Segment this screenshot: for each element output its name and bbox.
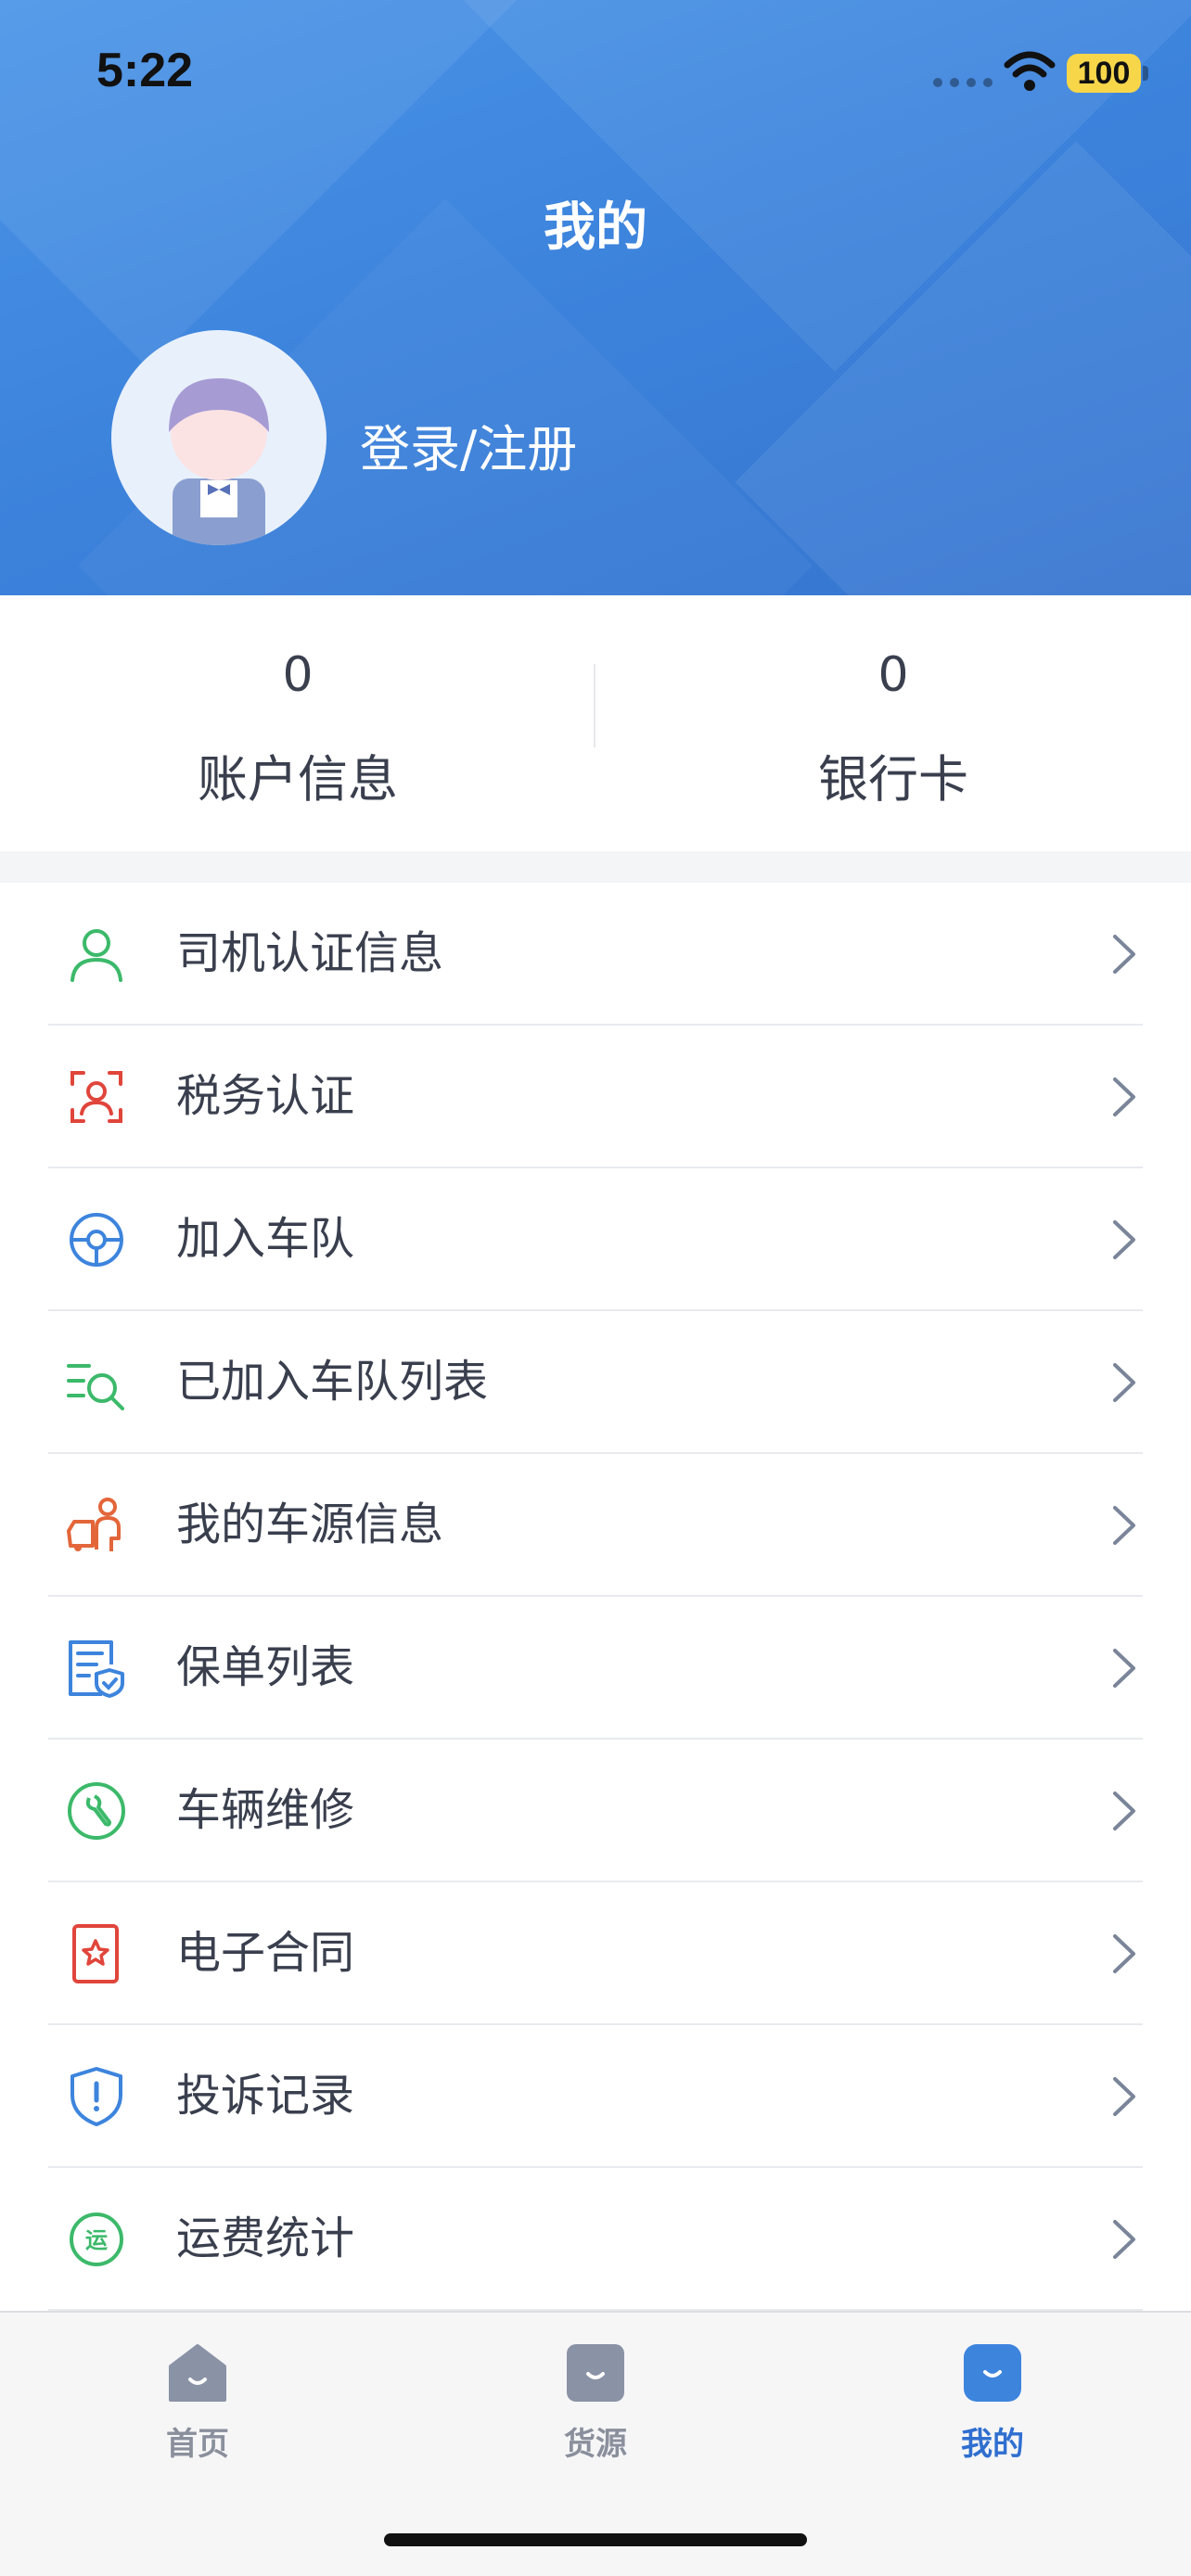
menu-item-driver-auth[interactable]: 司机认证信息 [0,883,1191,1026]
profile-header: 5:22 100 我的 登录/注册 [0,0,1191,595]
chevron-right-icon [1113,1506,1135,1545]
home-icon [169,2344,226,2402]
driver-auth-icon [70,929,122,982]
menu-item-e-contract[interactable]: 电子合同 [0,1882,1191,2025]
menu-item-label: 保单列表 [176,1641,355,1693]
battery-indicator: 100 [1067,54,1141,93]
avatar[interactable] [111,330,327,545]
menu-list: 司机认证信息 税务认证 加入车队 已加入车队列表 我的车源信息 保单列表 车辆维… [0,883,1191,2311]
bank-card-label: 银行卡 [818,750,968,809]
bank-card-count: 0 [877,647,909,703]
chevron-right-icon [1113,1078,1135,1116]
menu-item-vehicle-repair[interactable]: 车辆维修 [0,1740,1191,1882]
tab-label: 我的 [961,2426,1024,2463]
chevron-right-icon [1113,2077,1135,2116]
menu-item-joined-fleets[interactable]: 已加入车队列表 [0,1311,1191,1454]
menu-item-complaint-records[interactable]: 投诉记录 [0,2025,1191,2168]
account-info-label: 账户信息 [198,750,398,809]
contract-icon [72,1924,119,1983]
menu-item-tax-auth[interactable]: 税务认证 [0,1026,1191,1168]
menu-item-label: 加入车队 [176,1213,355,1265]
menu-item-label: 司机认证信息 [176,927,444,979]
menu-item-freight-stats[interactable]: 运 运费统计 [0,2168,1191,2311]
bottom-tab-bar: 首页 货源 我的 [0,2311,1191,2576]
chevron-right-icon [1113,1363,1135,1402]
tab-profile[interactable]: 我的 [900,2340,1085,2470]
section-gap [0,851,1191,883]
menu-item-policy-list[interactable]: 保单列表 [0,1597,1191,1740]
shield-alert-icon [70,2067,122,2126]
chevron-right-icon [1113,1220,1135,1259]
chevron-right-icon [1113,2220,1135,2259]
menu-item-label: 投诉记录 [176,2070,355,2122]
menu-item-label: 运费统计 [176,2213,355,2264]
menu-item-label: 电子合同 [176,1927,355,1979]
page-title: 我的 [544,198,647,258]
policy-list-icon [69,1640,124,1698]
home-indicator[interactable] [384,2533,807,2546]
bank-card-stat[interactable]: 0 银行卡 [596,595,1191,851]
profile-icon [964,2344,1021,2402]
vehicle-source-icon [67,1498,121,1551]
list-search-icon [67,1364,124,1410]
cellular-signal-icon [933,78,992,87]
freight-badge-text: 运 [85,2227,108,2253]
freight-stats-icon: 运 [70,2213,123,2266]
tax-auth-icon [70,1071,122,1123]
menu-item-join-fleet[interactable]: 加入车队 [0,1168,1191,1311]
wifi-icon [1004,51,1056,91]
login-register-link[interactable]: 登录/注册 [360,408,577,481]
account-info-count: 0 [282,647,314,703]
status-time: 5:22 [96,44,194,97]
steering-wheel-icon [70,1213,123,1267]
menu-item-label: 车辆维修 [176,1784,355,1836]
menu-item-vehicle-source[interactable]: 我的车源信息 [0,1454,1191,1597]
chevron-right-icon [1113,1792,1135,1830]
menu-item-label: 税务认证 [176,1070,355,1122]
tab-home[interactable]: 首页 [105,2340,290,2470]
cargo-icon [567,2344,624,2402]
chevron-right-icon [1113,1649,1135,1688]
stats-panel: 0 账户信息 0 银行卡 [0,595,1191,851]
account-info-stat[interactable]: 0 账户信息 [0,595,596,851]
menu-item-label: 我的车源信息 [176,1498,444,1550]
avatar-illustration-icon [169,378,269,545]
tab-label: 首页 [166,2426,229,2463]
battery-cap [1143,66,1148,81]
tab-label: 货源 [564,2426,627,2463]
chevron-right-icon [1113,1934,1135,1973]
tab-cargo[interactable]: 货源 [503,2340,688,2470]
status-bar: 5:22 100 [0,0,1191,148]
wrench-icon [68,1782,125,1840]
chevron-right-icon [1113,935,1135,974]
menu-item-label: 已加入车队列表 [176,1356,489,1408]
